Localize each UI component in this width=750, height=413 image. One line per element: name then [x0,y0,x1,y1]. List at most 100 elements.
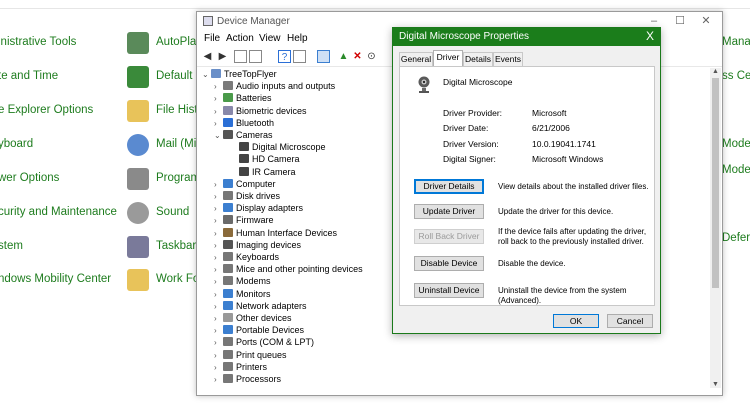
tab-driver[interactable]: Driver [433,50,463,67]
expand-chevron-icon[interactable]: › [214,215,223,227]
expand-chevron-icon[interactable]: › [214,301,223,313]
tab-events[interactable]: Events [493,52,523,66]
disable-device-icon[interactable]: ⊙ [365,50,378,63]
tree-item[interactable]: ⌄ TreeTopFlyer [202,68,277,80]
expand-chevron-icon[interactable]: › [214,325,223,337]
cp-item-right-2[interactable]: Moder [722,138,750,150]
menu-help[interactable]: Help [287,33,308,44]
tree-item[interactable]: › Bluetooth [214,117,274,129]
tree-item[interactable]: › Printers [214,361,267,373]
tree-item[interactable]: › Print queues [214,349,287,361]
tree-item[interactable]: › Monitors [214,288,271,300]
cp-item-mail[interactable]: Mail (Mi [156,138,196,150]
tab-details[interactable]: Details [463,52,493,66]
uninstall-device-button[interactable]: Uninstall Device [414,283,484,298]
tree-item[interactable]: HD Camera [230,153,300,165]
cp-item-security-maintenance[interactable]: curity and Maintenance [0,206,117,218]
cp-item-right-3[interactable]: Moder [722,164,750,176]
tree-item[interactable]: › Network adapters [214,300,307,312]
expand-chevron-icon[interactable]: › [214,118,223,130]
expand-chevron-icon[interactable]: › [214,374,223,386]
expand-chevron-icon[interactable]: › [214,191,223,203]
scan-hardware-icon[interactable] [317,50,330,63]
dialog-close-icon[interactable]: X [646,29,654,43]
uninstall-icon[interactable]: ✕ [351,50,364,63]
list-view-icon[interactable] [293,50,306,63]
expand-chevron-icon[interactable]: › [214,252,223,264]
tree-item[interactable]: IR Camera [230,166,296,178]
cp-item-right-0[interactable]: Manage [722,36,750,48]
tree-item[interactable]: Digital Microscope [230,141,326,153]
tree-item[interactable]: › Disk drives [214,190,280,202]
tab-general[interactable]: General [399,52,433,66]
tree-item[interactable]: › Audio inputs and outputs [214,80,335,92]
tree-view-icon[interactable] [249,50,262,63]
menu-action[interactable]: Action [226,33,254,44]
menu-view[interactable]: View [259,33,281,44]
cp-item-work-folders[interactable]: Work Fo [156,273,199,285]
disable-device-button[interactable]: Disable Device [414,256,484,271]
expand-chevron-icon[interactable]: › [214,289,223,301]
cp-item-administrative-tools[interactable]: inistrative Tools [0,36,76,48]
tree-item[interactable]: › Processors [214,373,281,385]
tree-item[interactable]: › Modems [214,275,271,287]
scroll-down-icon[interactable]: ▼ [710,381,721,388]
tree-item[interactable]: › Ports (COM & LPT) [214,336,314,348]
cancel-button[interactable]: Cancel [607,314,653,328]
digital-signer-value: Microsoft Windows [532,154,604,164]
expand-chevron-icon[interactable]: › [214,81,223,93]
cp-item-system[interactable]: stem [0,240,23,252]
update-driver-icon[interactable]: ▲ [337,50,350,63]
cp-item-programs[interactable]: Program [156,172,200,184]
ok-button[interactable]: OK [553,314,599,328]
cp-item-mobility-center[interactable]: ndows Mobility Center [0,273,111,285]
expand-chevron-icon[interactable]: › [214,106,223,118]
expand-chevron-icon[interactable]: › [214,350,223,362]
tree-item[interactable]: › Batteries [214,92,272,104]
tree-item[interactable]: › Display adapters [214,202,303,214]
expand-chevron-icon[interactable]: › [214,240,223,252]
cp-item-keyboard[interactable]: yboard [0,138,33,150]
tree-item[interactable]: › Human Interface Devices [214,227,337,239]
driver-details-button[interactable]: Driver Details [414,179,484,194]
properties-sheet-icon[interactable] [234,50,247,63]
tree-item[interactable]: › Imaging devices [214,239,301,251]
close-icon[interactable]: ✕ [694,14,718,29]
device-tree-scrollbar[interactable]: ▲ ▼ [710,68,721,388]
cp-item-right-4[interactable]: Defer [722,232,750,244]
expand-chevron-icon[interactable]: › [214,228,223,240]
expand-chevron-icon[interactable]: › [214,93,223,105]
expand-chevron-icon[interactable]: › [214,264,223,276]
tree-item[interactable]: › Firmware [214,214,274,226]
tree-item[interactable]: › Mice and other pointing devices [214,263,363,275]
cp-item-sound[interactable]: Sound [156,206,189,218]
help-icon[interactable]: ? [278,50,291,63]
forward-arrow-icon[interactable]: ▶ [216,50,229,63]
maximize-icon[interactable]: ☐ [668,14,692,29]
collapse-chevron-icon[interactable]: ⌄ [202,69,211,81]
back-arrow-icon[interactable]: ◀ [201,50,214,63]
update-driver-button[interactable]: Update Driver [414,204,484,219]
scroll-thumb[interactable] [712,78,719,288]
tree-item[interactable]: › Computer [214,178,276,190]
tree-item[interactable]: › Portable Devices [214,324,304,336]
menu-file[interactable]: File [204,33,220,44]
cp-item-date-time[interactable]: te and Time [0,70,58,82]
scroll-up-icon[interactable]: ▲ [710,68,721,75]
tree-item[interactable]: › Keyboards [214,251,279,263]
tree-item[interactable]: ⌄ Cameras [214,129,273,141]
tree-item[interactable]: › Other devices [214,312,292,324]
properties-titlebar[interactable]: Digital Microscope Properties X [393,28,660,46]
expand-chevron-icon[interactable]: › [214,276,223,288]
disable-device-desc: Disable the device. [498,259,566,268]
tree-item[interactable]: › Biometric devices [214,105,307,117]
collapse-chevron-icon[interactable]: ⌄ [214,130,223,142]
cp-item-right-1[interactable]: ss Cen [722,70,750,82]
expand-chevron-icon[interactable]: › [214,313,223,325]
cp-item-power-options[interactable]: wer Options [0,172,59,184]
expand-chevron-icon[interactable]: › [214,179,223,191]
expand-chevron-icon[interactable]: › [214,203,223,215]
expand-chevron-icon[interactable]: › [214,362,223,374]
expand-chevron-icon[interactable]: › [214,337,223,349]
cp-item-explorer-options[interactable]: e Explorer Options [0,104,93,116]
